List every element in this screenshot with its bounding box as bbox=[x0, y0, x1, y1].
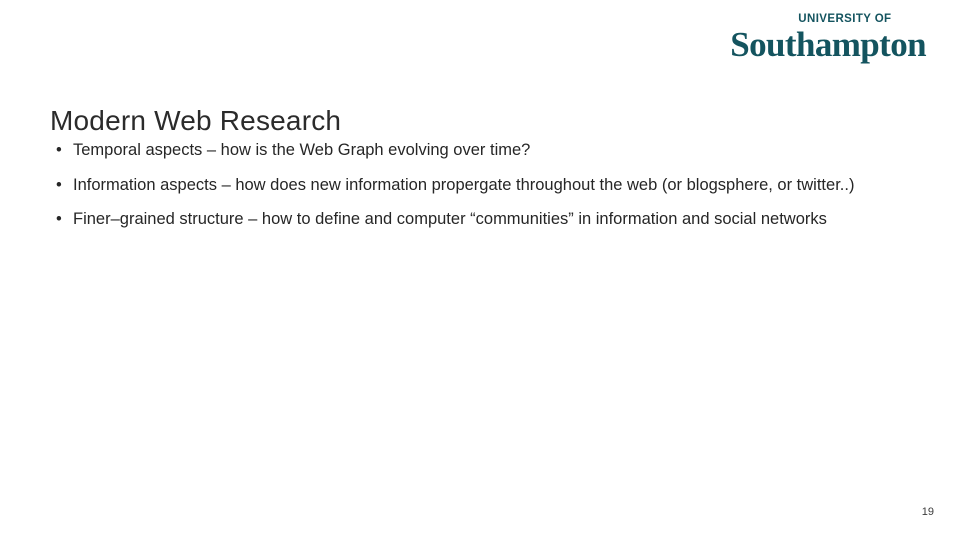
bullet-item-1: • Temporal aspects – how is the Web Grap… bbox=[50, 139, 910, 163]
logo-southampton-text: Southampton bbox=[730, 24, 926, 64]
page-number: 19 bbox=[921, 506, 934, 518]
bullet-point-icon: • bbox=[56, 175, 62, 194]
bullet-point-icon: • bbox=[56, 141, 62, 159]
bullet-item-2: • Information aspects – how does new inf… bbox=[50, 174, 910, 198]
logo-university-of-text: UNIVERSITY OF bbox=[798, 13, 892, 25]
bullet-point-icon: • bbox=[56, 210, 62, 228]
bullet-item-3-text: Finer–grained structure – how to define … bbox=[73, 210, 827, 228]
bullet-item-1-text: Temporal aspects – how is the Web Graph … bbox=[73, 141, 531, 159]
bullet-item-3: • Finer–grained structure – how to defin… bbox=[50, 208, 910, 232]
bullet-item-2-text: Information aspects – how does new infor… bbox=[73, 175, 855, 194]
bullet-list: • Temporal aspects – how is the Web Grap… bbox=[50, 139, 910, 232]
university-logo: UNIVERSITY OF Southampton bbox=[730, 13, 926, 64]
slide: UNIVERSITY OF Southampton Modern Web Res… bbox=[0, 0, 960, 540]
slide-title: Modern Web Research bbox=[50, 104, 342, 136]
